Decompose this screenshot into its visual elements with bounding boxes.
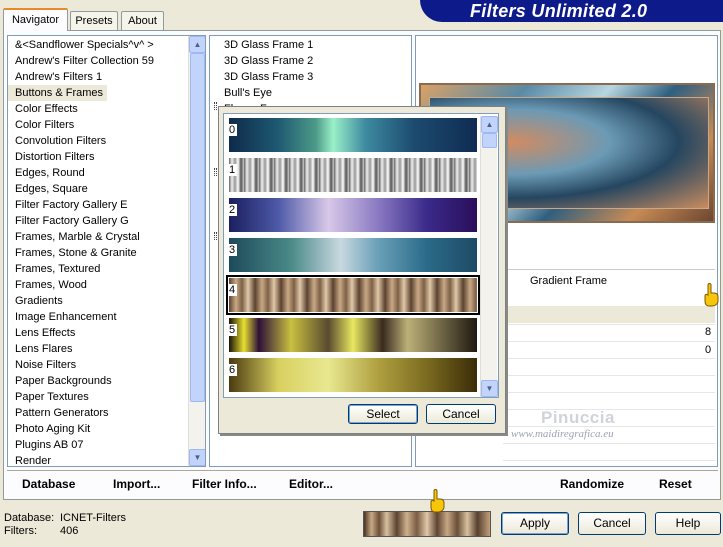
slider-marker <box>214 232 217 240</box>
editor-button[interactable]: Editor... <box>289 477 333 491</box>
category-item[interactable]: Distortion Filters <box>8 149 94 165</box>
tab-navigator[interactable]: Navigator <box>3 8 68 31</box>
scroll-up-icon[interactable]: ▲ <box>189 36 205 53</box>
gradient-index: 3 <box>229 244 237 256</box>
category-scrollbar[interactable]: ▲ ▼ <box>188 36 205 466</box>
gradient-swatch[interactable] <box>229 238 477 272</box>
category-item[interactable]: Buttons & Frames <box>8 85 108 101</box>
tab-presets[interactable]: Presets <box>70 11 118 30</box>
category-item[interactable]: Plugins AB 07 <box>8 437 84 453</box>
filters-value: 406 <box>60 525 79 537</box>
category-item[interactable]: Lens Effects <box>8 325 75 341</box>
gradient-item[interactable]: 3 <box>229 238 477 272</box>
pointing-hand-icon <box>430 489 445 513</box>
title-text: Filters Unlimited 2.0 <box>470 1 648 21</box>
help-button[interactable]: Help <box>655 512 721 535</box>
gradient-index: 6 <box>229 364 237 376</box>
gradient-scrollbar[interactable]: ▲ ▼ <box>480 116 498 397</box>
gradient-item[interactable]: 0 <box>229 118 477 152</box>
param-divider <box>503 269 715 270</box>
picker-cancel-button[interactable]: Cancel <box>426 404 496 424</box>
gradient-index: 5 <box>229 324 237 336</box>
gradient-index: 4 <box>229 284 237 296</box>
tab-about[interactable]: About <box>121 11 164 30</box>
watermark-name: Pinuccia <box>541 408 615 427</box>
scroll-up-icon[interactable]: ▲ <box>481 116 498 133</box>
randomize-button[interactable]: Randomize <box>560 477 624 491</box>
filter-item[interactable]: Bull's Eye <box>217 85 313 101</box>
category-item[interactable]: Color Effects <box>8 101 78 117</box>
category-item[interactable]: Render <box>8 453 51 466</box>
category-item[interactable]: Edges, Square <box>8 181 88 197</box>
select-button[interactable]: Select <box>348 404 418 424</box>
gradient-swatch[interactable] <box>229 158 477 192</box>
filter-item[interactable]: 3D Glass Frame 2 <box>217 53 313 69</box>
gradient-swatch[interactable] <box>226 275 480 315</box>
category-item[interactable]: Color Filters <box>8 117 74 133</box>
filter-info-button[interactable]: Filter Info... <box>192 477 257 491</box>
category-item[interactable]: Noise Filters <box>8 357 76 373</box>
category-item[interactable]: Image Enhancement <box>8 309 117 325</box>
category-item[interactable]: Frames, Wood <box>8 277 87 293</box>
database-value: ICNET-Filters <box>60 512 126 524</box>
param-value[interactable]: 8 <box>705 326 711 338</box>
gradient-swatch[interactable] <box>229 198 477 232</box>
gradient-item[interactable]: 2 <box>229 198 477 232</box>
param-header-bar <box>503 306 715 323</box>
database-label: Database: <box>4 512 55 524</box>
watermark-url: www.maidiregrafica.eu <box>511 428 614 440</box>
scroll-down-icon[interactable]: ▼ <box>189 449 205 466</box>
category-item[interactable]: Paper Textures <box>8 389 89 405</box>
category-item[interactable]: Edges, Round <box>8 165 85 181</box>
category-item[interactable]: Andrew's Filters 1 <box>8 69 102 85</box>
cancel-button[interactable]: Cancel <box>578 512 646 535</box>
filter-item[interactable]: 3D Glass Frame 1 <box>217 37 313 53</box>
pointing-hand-icon <box>704 283 719 307</box>
gradient-item[interactable]: 5 <box>229 318 477 352</box>
category-item[interactable]: Andrew's Filter Collection 59 <box>8 53 154 69</box>
category-item[interactable]: Lens Flares <box>8 341 72 357</box>
category-list[interactable]: &<Sandflower Specials^v^ > Andrew's Filte… <box>7 35 206 467</box>
gradient-item[interactable]: 1 <box>229 158 477 192</box>
import-button[interactable]: Import... <box>113 477 160 491</box>
gradient-index: 1 <box>229 164 237 176</box>
scroll-thumb[interactable] <box>482 133 497 148</box>
scroll-down-icon[interactable]: ▼ <box>481 380 498 397</box>
category-item[interactable]: Frames, Textured <box>8 261 100 277</box>
category-item[interactable]: Filter Factory Gallery E <box>8 197 127 213</box>
gradient-swatch[interactable] <box>229 118 477 152</box>
apply-button[interactable]: Apply <box>501 512 569 535</box>
category-item[interactable]: Convolution Filters <box>8 133 106 149</box>
gradient-thumbnail <box>363 511 491 537</box>
gradient-index: 2 <box>229 204 237 216</box>
gradient-item[interactable]: 4 <box>226 275 480 315</box>
reset-button[interactable]: Reset <box>659 477 692 491</box>
filters-label: Filters: <box>4 525 37 537</box>
slider-marker <box>214 168 217 176</box>
gradient-item[interactable]: 6 <box>229 358 477 392</box>
category-item[interactable]: Photo Aging Kit <box>8 421 90 437</box>
filter-item[interactable]: 3D Glass Frame 3 <box>217 69 313 85</box>
scroll-thumb[interactable] <box>190 53 205 402</box>
database-button[interactable]: Database <box>22 477 75 491</box>
category-item[interactable]: Paper Backgrounds <box>8 373 112 389</box>
toolbar-separator <box>7 470 718 471</box>
category-item[interactable]: Pattern Generators <box>8 405 109 421</box>
param-value[interactable]: 0 <box>705 344 711 356</box>
category-item[interactable]: Frames, Stone & Granite <box>8 245 137 261</box>
gradient-frame-label: Gradient Frame <box>530 275 608 287</box>
category-item[interactable]: Filter Factory Gallery G <box>8 213 129 229</box>
category-item[interactable]: &<Sandflower Specials^v^ > <box>8 37 154 53</box>
gradient-swatch[interactable] <box>229 318 477 352</box>
category-item[interactable]: Gradients <box>8 293 63 309</box>
slider-marker <box>214 102 217 110</box>
gradient-index: 0 <box>229 124 237 136</box>
gradient-swatch[interactable] <box>229 358 477 392</box>
category-item[interactable]: Frames, Marble & Crystal <box>8 229 140 245</box>
